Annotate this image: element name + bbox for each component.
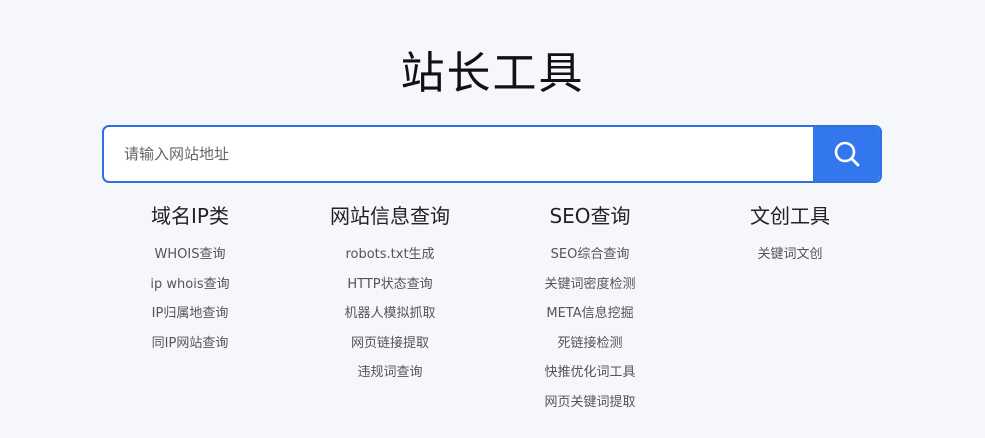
tool-list: 关键词文创 — [690, 240, 890, 270]
category-title: SEO查询 — [549, 204, 631, 228]
tool-link-seo-overview[interactable]: SEO综合查询 — [490, 240, 690, 270]
tool-list: robots.txt生成 HTTP状态查询 机器人模拟抓取 网页链接提取 违规词… — [290, 240, 490, 388]
page-title: 站长工具 — [400, 48, 585, 99]
tool-link-ip-location[interactable]: IP归属地查询 — [90, 299, 290, 329]
tool-link-meta-info[interactable]: META信息挖掘 — [490, 299, 690, 329]
search-input[interactable] — [104, 127, 813, 181]
tool-link-same-ip-sites[interactable]: 同IP网站查询 — [90, 329, 290, 359]
category-creative: 文创工具 关键词文创 — [690, 200, 890, 417]
category-title: 域名IP类 — [151, 204, 229, 228]
tool-link-banned-words[interactable]: 违规词查询 — [290, 358, 490, 388]
search-icon — [834, 141, 859, 167]
tool-link-crawler-sim[interactable]: 机器人模拟抓取 — [290, 299, 490, 329]
tool-link-page-keywords[interactable]: 网页关键词提取 — [490, 388, 690, 418]
category-domain-ip: 域名IP类 WHOIS查询 ip whois查询 IP归属地查询 同IP网站查询 — [90, 200, 290, 417]
tool-categories: 域名IP类 WHOIS查询 ip whois查询 IP归属地查询 同IP网站查询… — [90, 200, 890, 417]
tool-link-keyword-density[interactable]: 关键词密度检测 — [490, 270, 690, 300]
tool-link-dead-links[interactable]: 死链接检测 — [490, 329, 690, 359]
tool-link-keyword-copywriting[interactable]: 关键词文创 — [690, 240, 890, 270]
tool-list: SEO综合查询 关键词密度检测 META信息挖掘 死链接检测 快推优化词工具 网… — [490, 240, 690, 417]
tool-link-http-status[interactable]: HTTP状态查询 — [290, 270, 490, 300]
category-title: 网站信息查询 — [330, 204, 450, 228]
category-seo: SEO查询 SEO综合查询 关键词密度检测 META信息挖掘 死链接检测 快推优… — [490, 200, 690, 417]
category-site-info: 网站信息查询 robots.txt生成 HTTP状态查询 机器人模拟抓取 网页链… — [290, 200, 490, 417]
tool-list: WHOIS查询 ip whois查询 IP归属地查询 同IP网站查询 — [90, 240, 290, 358]
category-title: 文创工具 — [750, 204, 830, 228]
search-button[interactable] — [813, 127, 880, 181]
search-bar — [102, 125, 882, 183]
tool-link-ip-whois[interactable]: ip whois查询 — [90, 270, 290, 300]
tool-link-robots-txt[interactable]: robots.txt生成 — [290, 240, 490, 270]
tool-link-whois[interactable]: WHOIS查询 — [90, 240, 290, 270]
tool-link-quick-push[interactable]: 快推优化词工具 — [490, 358, 690, 388]
tool-link-link-extract[interactable]: 网页链接提取 — [290, 329, 490, 359]
